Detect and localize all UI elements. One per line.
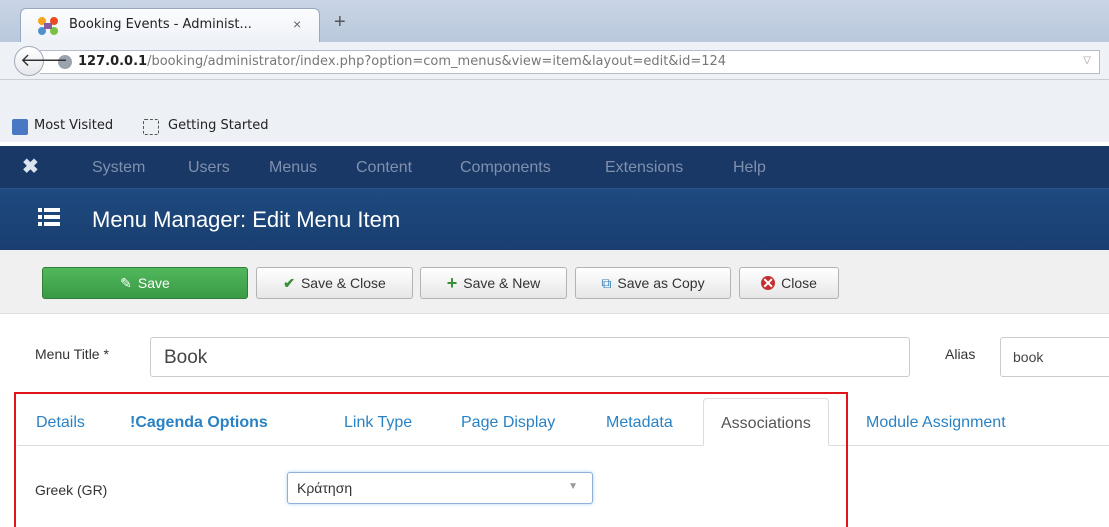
copy-icon: ⧉ (601, 275, 612, 291)
menu-title-label: Menu Title * (35, 346, 109, 362)
browser-tabstrip: Booking Events - Administ... × + (0, 0, 1109, 42)
address-bar[interactable]: 127.0.0.1/booking/administrator/index.ph… (40, 50, 1100, 74)
menu-system[interactable]: System (92, 159, 145, 177)
browser-navbar: 127.0.0.1/booking/administrator/index.ph… (0, 42, 1109, 80)
menu-menus[interactable]: Menus (269, 159, 317, 177)
browser-tab[interactable]: Booking Events - Administ... × (20, 8, 320, 42)
browser-tab-title: Booking Events - Administ... (69, 17, 252, 32)
menu-extensions[interactable]: Extensions (605, 159, 683, 177)
back-arrow-icon: 🡐 (20, 50, 69, 70)
bookmark-getting-started[interactable]: Getting Started (168, 118, 269, 133)
back-button[interactable]: 🡐 (14, 46, 68, 76)
new-tab-icon[interactable]: + (334, 12, 346, 32)
save-copy-button[interactable]: ⧉ Save as Copy (575, 267, 731, 299)
plus-icon: + (446, 273, 458, 293)
alias-label: Alias (945, 346, 976, 362)
save-button[interactable]: ✎ Save (42, 267, 248, 299)
save-close-button[interactable]: ✔ Save & Close (256, 267, 413, 299)
url-text: 127.0.0.1/booking/administrator/index.ph… (78, 54, 727, 69)
edit-icon: ✎ (120, 275, 132, 291)
menu-title-input[interactable]: Book (150, 337, 910, 377)
tab-module-assignment[interactable]: Module Assignment (866, 398, 1006, 446)
close-icon: ✕ (761, 275, 776, 291)
getting-started-icon (143, 119, 159, 135)
joomla-logo-icon[interactable]: ✖ (22, 157, 39, 177)
admin-top-menu: ✖ System Users Menus Content Components … (0, 146, 1109, 188)
list-icon (38, 208, 60, 226)
menu-help[interactable]: Help (733, 159, 766, 177)
most-visited-icon (12, 119, 28, 135)
bookmarks-bar (0, 80, 1109, 142)
toolbar: ✎ Save ✔ Save & Close + Save & New ⧉ Sav… (0, 250, 1109, 314)
tab-close-icon[interactable]: × (293, 16, 301, 32)
close-button[interactable]: ✕ Close (739, 267, 839, 299)
menu-content[interactable]: Content (356, 159, 412, 177)
check-icon: ✔ (283, 275, 295, 291)
joomla-favicon-icon (38, 17, 58, 35)
menu-users[interactable]: Users (188, 159, 230, 177)
page-title: Menu Manager: Edit Menu Item (92, 207, 401, 232)
url-dropdown-icon[interactable]: ▽ (1083, 55, 1091, 66)
menu-components[interactable]: Components (460, 159, 551, 177)
alias-input[interactable]: book (1000, 337, 1109, 377)
page-header: Menu Manager: Edit Menu Item (0, 188, 1109, 250)
save-new-button[interactable]: + Save & New (420, 267, 567, 299)
bookmark-most-visited[interactable]: Most Visited (34, 118, 113, 133)
highlight-box (14, 392, 848, 527)
